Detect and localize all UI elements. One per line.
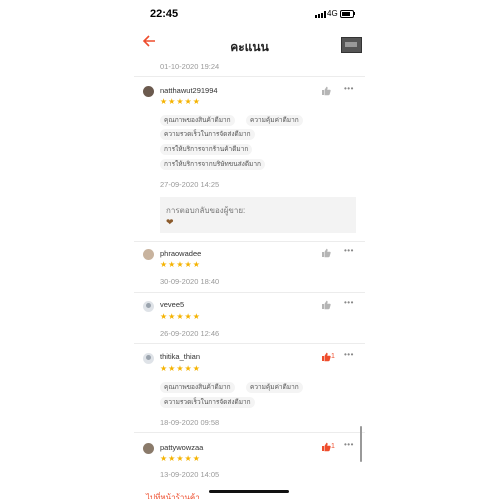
review-tag: คุณภาพของสินค้าดีมาก: [160, 115, 235, 126]
review-tag: ความรวดเร็วในการจัดส่งดีมาก: [160, 129, 255, 140]
more-options-icon[interactable]: •••: [344, 298, 354, 307]
more-options-icon[interactable]: •••: [344, 246, 354, 255]
review-tag: ความรวดเร็วในการจัดส่งดีมาก: [160, 397, 255, 408]
divider: [134, 343, 365, 344]
rating-stars: ★★★★★: [160, 312, 201, 321]
rating-stars: ★★★★★: [160, 260, 201, 269]
network-label: 4G: [327, 9, 338, 18]
seller-reply-label: การตอบกลับของผู้ขาย:: [166, 206, 246, 215]
review-date: 01-10-2020 19:24: [160, 62, 220, 71]
divider: [134, 432, 365, 433]
nav-bar: คะแนน: [134, 28, 365, 60]
review-tag: ความคุ้มค่าดีมาก: [246, 382, 303, 393]
avatar[interactable]: [143, 249, 154, 260]
review-date: 13-09-2020 14:05: [160, 470, 220, 479]
divider: [134, 241, 365, 242]
review-tag: การให้บริการจากร้านค้าดีมาก: [160, 144, 253, 155]
review-username[interactable]: thitika_thian: [160, 352, 200, 361]
phone-screen: 22:45 4G คะแนน 01-10-2020 19:24 natthawu…: [134, 0, 365, 499]
page-title: คะแนน: [230, 40, 269, 54]
like-count: 1: [331, 443, 335, 450]
review-date: 18-09-2020 09:58: [160, 418, 220, 427]
scrollbar[interactable]: [360, 426, 362, 462]
more-options-icon[interactable]: •••: [344, 440, 354, 449]
rating-stars: ★★★★★: [160, 364, 201, 373]
review-date: 26-09-2020 12:46: [160, 329, 220, 338]
battery-icon: [340, 10, 354, 18]
divider: [134, 76, 365, 77]
review-username[interactable]: pattywowzaa: [160, 443, 203, 452]
review-date: 27-09-2020 14:25: [160, 180, 220, 189]
review-tag: คุณภาพของสินค้าดีมาก: [160, 382, 235, 393]
review-username[interactable]: natthawut291994: [160, 86, 218, 95]
review-date: 30-09-2020 18:40: [160, 277, 220, 286]
product-thumbnail[interactable]: [341, 37, 362, 53]
status-time: 22:45: [150, 8, 179, 20]
review-tag: ความคุ้มค่าดีมาก: [246, 115, 303, 126]
avatar[interactable]: [143, 443, 154, 454]
review-username[interactable]: phraowadee: [160, 249, 201, 258]
heart-icon: ❤: [166, 217, 174, 227]
thumbs-up-icon[interactable]: [321, 352, 331, 362]
thumbs-up-icon[interactable]: [321, 248, 331, 258]
more-options-icon[interactable]: •••: [344, 84, 354, 93]
status-bar: 22:45 4G: [134, 0, 365, 28]
rating-stars: ★★★★★: [160, 97, 201, 106]
seller-reply-box: การตอบกลับของผู้ขาย: ❤: [160, 197, 356, 233]
bottom-shop-label: ไปที่หน้าร้านค้า: [146, 493, 200, 499]
avatar[interactable]: [143, 86, 154, 97]
thumbs-up-icon[interactable]: [321, 442, 331, 452]
battery-tip: [354, 12, 355, 15]
avatar[interactable]: [143, 301, 154, 312]
rating-stars: ★★★★★: [160, 454, 201, 463]
review-tag: การให้บริการจากบริษัทขนส่งดีมาก: [160, 159, 265, 170]
divider: [134, 292, 365, 293]
review-username[interactable]: vevee5: [160, 300, 184, 309]
more-options-icon[interactable]: •••: [344, 350, 354, 359]
thumbs-up-icon[interactable]: [321, 300, 331, 310]
like-count: 1: [331, 353, 335, 360]
avatar[interactable]: [143, 353, 154, 364]
home-indicator[interactable]: [209, 490, 289, 493]
thumbs-up-icon[interactable]: [321, 86, 331, 96]
